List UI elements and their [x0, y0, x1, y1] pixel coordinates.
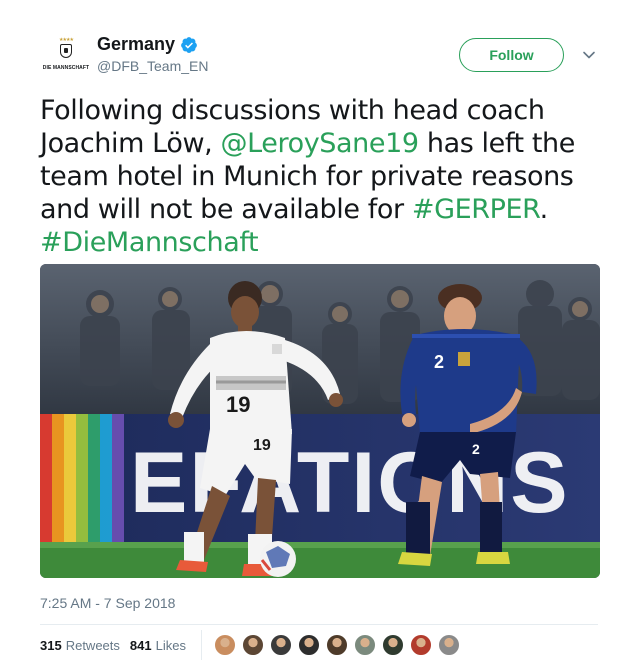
display-name[interactable]: Germany	[97, 34, 175, 55]
retweets-count: 315	[40, 638, 62, 653]
liker-avatar-2[interactable]	[242, 634, 264, 656]
liker-avatar-5[interactable]	[326, 634, 348, 656]
football	[260, 541, 296, 577]
retweets-stat[interactable]: 315 Retweets	[40, 638, 120, 653]
liker-avatar-4[interactable]	[298, 634, 320, 656]
svg-text:2: 2	[472, 441, 480, 457]
tweet-photo[interactable]: EFATIONS LE 19 19	[40, 264, 600, 578]
banner-text: EFATIONS LE	[130, 435, 600, 531]
verified-badge-icon	[181, 36, 197, 53]
tweet-card: ★★★★ DIE MANNSCHAFT Germany @DFB_Team_EN…	[0, 0, 637, 663]
likes-count: 841	[129, 638, 152, 653]
tweet-timestamp[interactable]: 7:25 AM - 7 Sep 2018	[40, 595, 175, 611]
tweet-text-segment: .	[539, 194, 549, 225]
avatar-logo-text: DIE MANNSCHAFT	[42, 64, 90, 71]
divider	[40, 624, 598, 625]
mention-link[interactable]: @LeroySane19	[221, 128, 420, 159]
svg-text:19: 19	[253, 437, 271, 454]
player-number: 19	[226, 392, 250, 417]
likes-stat[interactable]: 841 Likes	[130, 638, 186, 653]
tweet-text: Following discussions with head coach Jo…	[40, 94, 610, 259]
liker-avatar-9[interactable]	[438, 634, 460, 656]
likes-label: Likes	[155, 638, 186, 653]
tweet-stats: 315 Retweets 841 Likes	[40, 638, 196, 653]
liker-avatar-7[interactable]	[382, 634, 404, 656]
liker-avatar-1[interactable]	[214, 634, 236, 656]
hashtag-link[interactable]: #GERPER	[412, 194, 540, 225]
account-name-row: Germany	[97, 34, 198, 55]
chevron-down-icon[interactable]	[582, 48, 596, 62]
hashtag-link[interactable]: #DieMannschaft	[40, 227, 259, 258]
retweets-label: Retweets	[65, 638, 120, 653]
stats-divider	[201, 630, 202, 660]
player-number: 2	[434, 352, 444, 372]
dfb-crest-icon: ★★★★	[56, 37, 76, 62]
liker-avatar-8[interactable]	[410, 634, 432, 656]
follow-button[interactable]: Follow	[459, 38, 564, 72]
account-handle[interactable]: @DFB_Team_EN	[97, 58, 208, 74]
liker-avatar-6[interactable]	[354, 634, 376, 656]
likers-list	[214, 634, 466, 656]
avatar[interactable]: ★★★★ DIE MANNSCHAFT	[40, 28, 92, 80]
liker-avatar-3[interactable]	[270, 634, 292, 656]
